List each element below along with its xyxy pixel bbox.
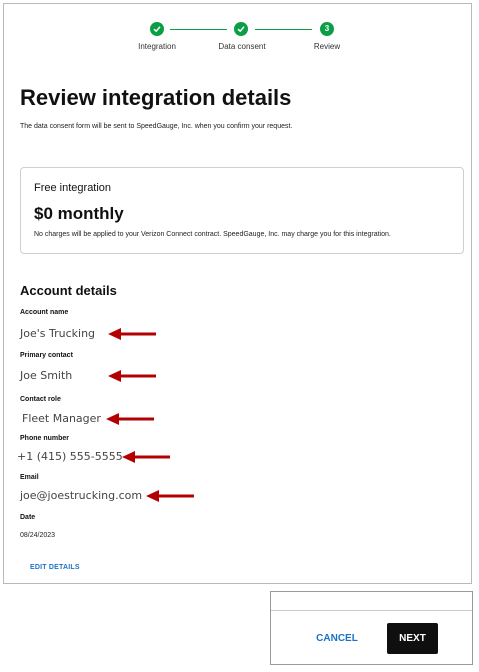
review-panel: 3 Integration Data consent Review Review… xyxy=(3,3,472,584)
step-data-consent-complete-icon xyxy=(234,22,248,36)
email-value: joe@joestrucking.com xyxy=(20,489,143,502)
edit-details-link[interactable]: EDIT DETAILS xyxy=(30,564,80,571)
next-button[interactable]: NEXT xyxy=(387,623,438,654)
step-review-current: 3 xyxy=(320,22,334,36)
intro-text: The data consent form will be sent to Sp… xyxy=(20,123,293,130)
step-integration-complete-icon xyxy=(150,22,164,36)
contact-role-value: Fleet Manager xyxy=(22,412,101,425)
progress-stepper: 3 Integration Data consent Review xyxy=(4,4,471,60)
annotation-arrow-icon xyxy=(122,451,170,463)
check-icon xyxy=(237,26,245,33)
account-details-title: Account details xyxy=(20,283,117,298)
date-label: Date xyxy=(20,514,36,521)
footer-divider xyxy=(271,610,472,611)
cancel-button[interactable]: CANCEL xyxy=(301,624,373,654)
date-value: 08/24/2023 xyxy=(20,532,56,539)
page-title: Review integration details xyxy=(20,85,292,110)
email-label: Email xyxy=(20,474,39,481)
pricing-note: No charges will be applied to your Veriz… xyxy=(34,231,391,238)
step-label-integration: Integration xyxy=(138,42,176,51)
account-name-label: Account name xyxy=(20,309,69,316)
pricing-card: Free integration $0 monthly No charges w… xyxy=(20,167,464,254)
step-number: 3 xyxy=(324,24,330,33)
footer-action-bar: CANCEL NEXT xyxy=(270,591,473,665)
pricing-amount: $0 monthly xyxy=(34,204,124,223)
check-icon xyxy=(153,26,161,33)
annotation-arrow-icon xyxy=(108,328,156,340)
pricing-label: Free integration xyxy=(34,182,112,194)
annotation-arrow-icon xyxy=(108,370,156,382)
step-connector xyxy=(255,29,312,30)
annotation-arrow-icon xyxy=(146,490,194,502)
primary-contact-label: Primary contact xyxy=(20,352,73,359)
annotation-arrow-icon xyxy=(106,413,154,425)
step-label-data-consent: Data consent xyxy=(218,42,266,51)
phone-number-label: Phone number xyxy=(20,435,70,442)
primary-contact-value: Joe Smith xyxy=(20,369,73,382)
phone-number-value: +1 (415) 555-5555 xyxy=(17,450,123,463)
account-name-value: Joe's Trucking xyxy=(20,327,96,340)
contact-role-label: Contact role xyxy=(20,396,61,403)
step-label-review: Review xyxy=(313,42,341,51)
step-connector xyxy=(170,29,227,30)
